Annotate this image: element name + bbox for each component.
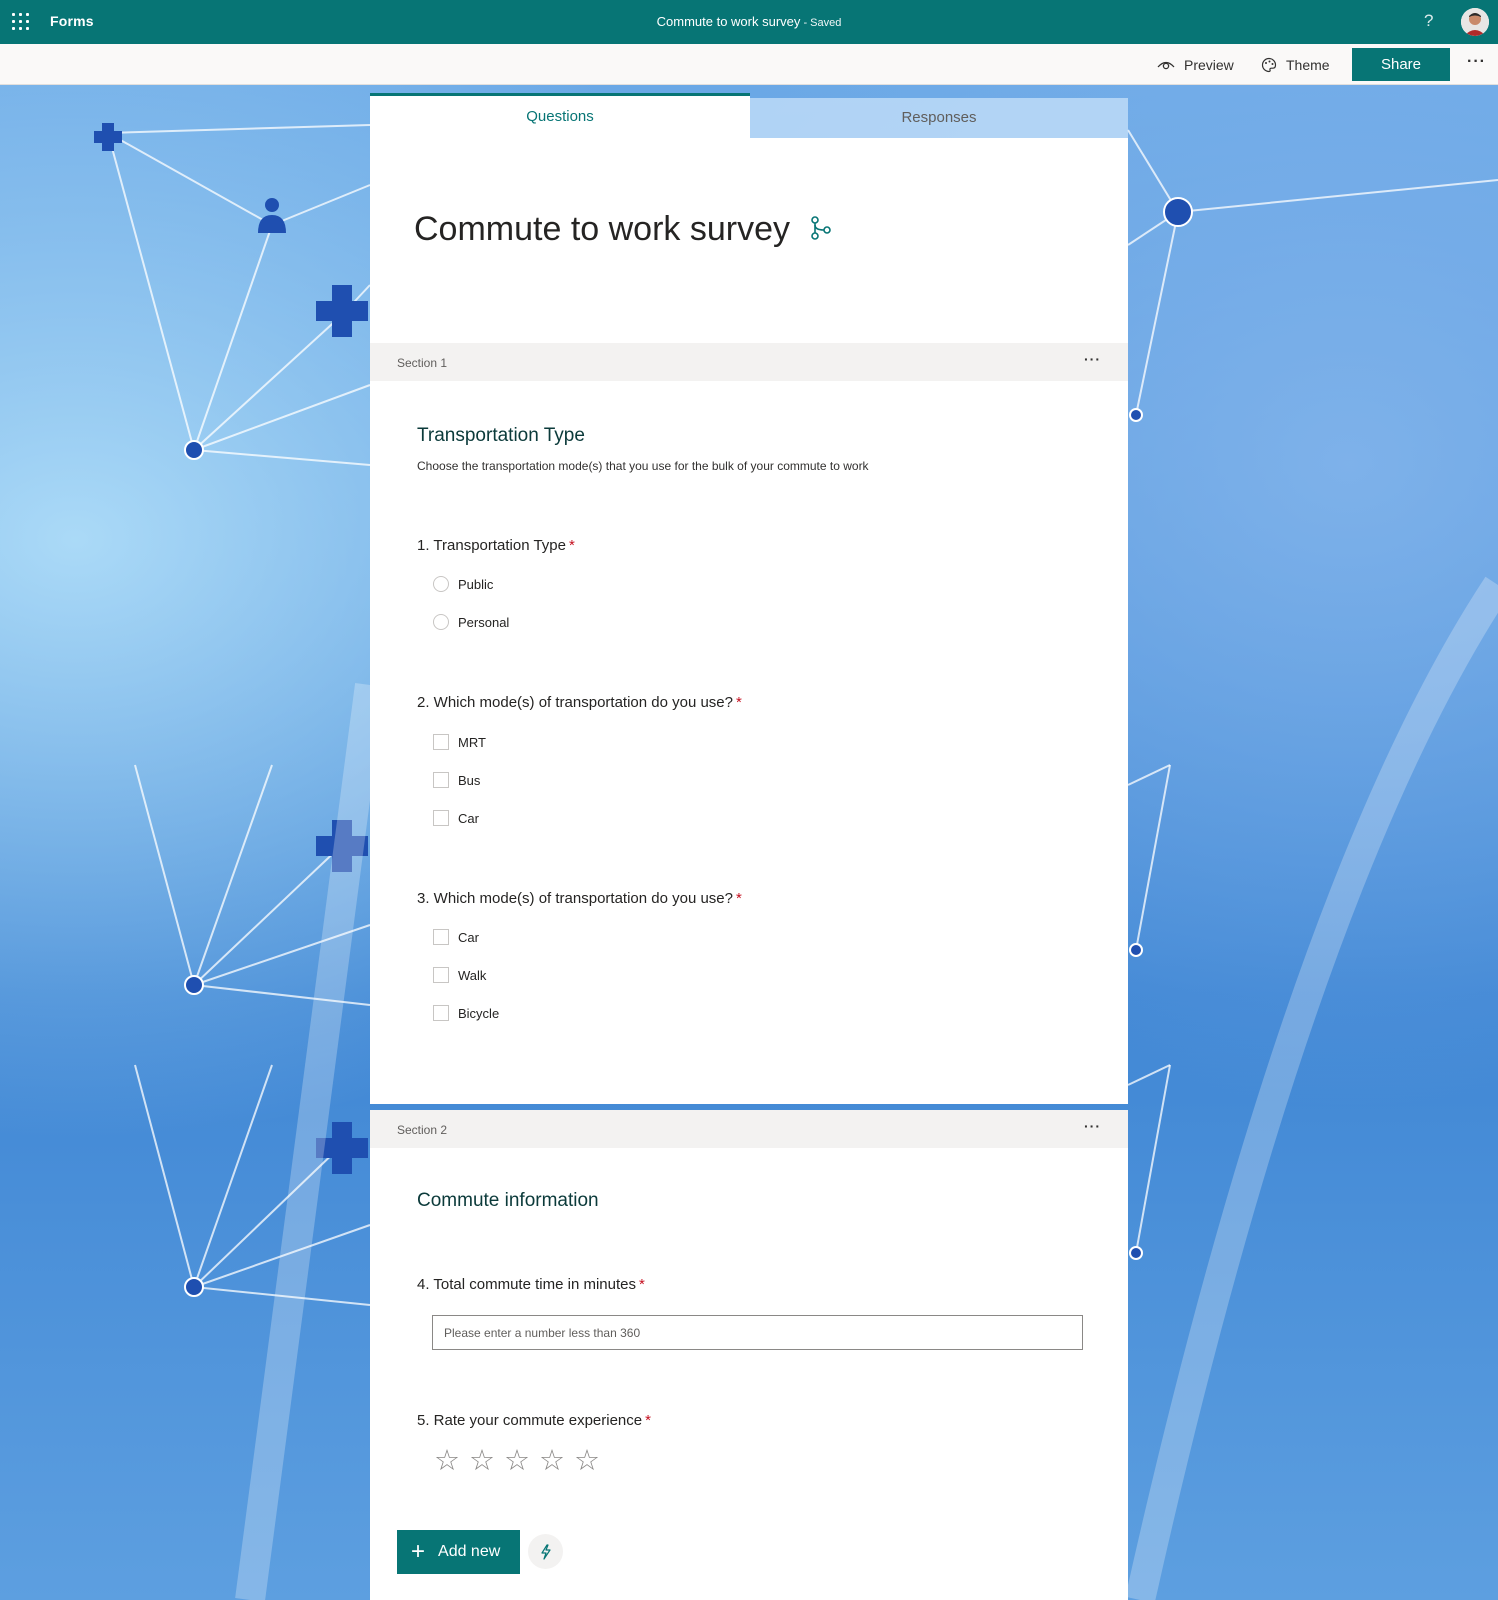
checkbox[interactable] [433, 772, 449, 788]
command-bar: Preview Theme Share ··· [0, 44, 1498, 85]
required-marker: * [736, 890, 742, 907]
option-label: Car [458, 929, 479, 945]
radio-option-public[interactable]: Public [433, 576, 493, 592]
document-title-text[interactable]: Commute to work survey [657, 14, 801, 29]
plus-icon: + [411, 1538, 426, 1565]
question-text: 5. Rate your commute experience [417, 1412, 643, 1429]
star-rating: ☆ ☆ ☆ ☆ ☆ [434, 1446, 600, 1475]
more-options-icon[interactable]: ··· [1467, 53, 1486, 71]
checkbox-option-bicycle[interactable]: Bicycle [433, 1005, 499, 1021]
theme-button[interactable]: Theme [1261, 57, 1330, 73]
star-icon[interactable]: ☆ [539, 1446, 565, 1475]
section-more-icon[interactable]: ··· [1084, 351, 1101, 367]
checkbox-option-mrt[interactable]: MRT [433, 734, 486, 750]
checkbox-option-car[interactable]: Car [433, 810, 479, 826]
section-header: Section 1 ··· [370, 343, 1128, 381]
question-2-title[interactable]: 2. Which mode(s) of transportation do yo… [417, 694, 742, 711]
section-title[interactable]: Commute information [417, 1190, 599, 1212]
option-label: Personal [458, 614, 510, 630]
question-text: 1. Transportation Type [417, 537, 566, 554]
form-card-section-2: Section 2 ··· Commute information 4. Tot… [370, 1110, 1128, 1600]
question-1-title[interactable]: 1. Transportation Type * [417, 537, 575, 554]
add-new-button[interactable]: + Add new [397, 1530, 520, 1574]
required-marker: * [638, 1276, 645, 1293]
document-title: Commute to work survey - Saved [0, 14, 1498, 29]
checkbox[interactable] [433, 1005, 449, 1021]
required-marker: * [736, 694, 742, 711]
eye-icon [1157, 61, 1175, 70]
section-title[interactable]: Transportation Type [417, 425, 585, 447]
required-marker: * [568, 537, 575, 554]
checkbox[interactable] [433, 734, 449, 750]
title-separator: - [800, 17, 811, 29]
star-icon[interactable]: ☆ [434, 1446, 460, 1475]
radio-button[interactable] [433, 614, 449, 630]
help-icon[interactable]: ? [1424, 11, 1433, 31]
star-icon[interactable]: ☆ [504, 1446, 530, 1475]
question-5-title[interactable]: 5. Rate your commute experience * [417, 1412, 651, 1429]
save-status: Saved [810, 17, 842, 29]
required-marker: * [645, 1412, 651, 1429]
tab-responses[interactable]: Responses [750, 98, 1128, 138]
section-more-icon[interactable]: ··· [1084, 1118, 1101, 1134]
avatar[interactable] [1461, 8, 1489, 36]
question-3-title[interactable]: 3. Which mode(s) of transportation do yo… [417, 890, 742, 907]
option-label: Public [458, 576, 494, 592]
section-label: Section 2 [397, 1123, 448, 1137]
preview-label: Preview [1184, 57, 1234, 73]
question-text: 4. Total commute time in minutes [417, 1276, 636, 1293]
preview-button[interactable]: Preview [1157, 57, 1234, 73]
radio-button[interactable] [433, 576, 449, 592]
share-button[interactable]: Share [1352, 48, 1450, 81]
option-label: Bus [458, 772, 481, 788]
branching-icon[interactable] [810, 216, 832, 240]
option-label: Car [458, 810, 479, 826]
question-4-title[interactable]: 4. Total commute time in minutes * [417, 1276, 645, 1293]
checkbox[interactable] [433, 929, 449, 945]
lightning-icon [540, 1543, 551, 1560]
palette-icon [1261, 57, 1277, 73]
star-icon[interactable]: ☆ [469, 1446, 495, 1475]
radio-option-personal[interactable]: Personal [433, 614, 509, 630]
checkbox-option-bus[interactable]: Bus [433, 772, 480, 788]
form-card-section-1: Commute to work survey Section 1 ··· Tra… [370, 138, 1128, 1104]
tab-questions[interactable]: Questions [370, 93, 750, 138]
checkbox-option-walk[interactable]: Walk [433, 967, 486, 983]
option-label: Bicycle [458, 1005, 500, 1021]
question-text: 3. Which mode(s) of transportation do yo… [417, 890, 733, 907]
option-label: Walk [458, 967, 487, 983]
checkbox[interactable] [433, 810, 449, 826]
option-label: MRT [458, 734, 486, 750]
section-description[interactable]: Choose the transportation mode(s) that y… [417, 459, 869, 473]
app-header: Forms Commute to work survey - Saved ? [0, 0, 1498, 44]
question-text: 2. Which mode(s) of transportation do yo… [417, 694, 733, 711]
checkbox-option-car[interactable]: Car [433, 929, 479, 945]
theme-label: Theme [1286, 57, 1330, 73]
form-title[interactable]: Commute to work survey [414, 210, 790, 249]
lightning-suggestions-button[interactable] [528, 1534, 563, 1569]
star-icon[interactable]: ☆ [574, 1446, 600, 1475]
add-new-label: Add new [438, 1543, 501, 1560]
checkbox[interactable] [433, 967, 449, 983]
section-label: Section 1 [397, 356, 448, 370]
commute-time-input[interactable] [432, 1315, 1083, 1350]
section-header: Section 2 ··· [370, 1110, 1128, 1148]
